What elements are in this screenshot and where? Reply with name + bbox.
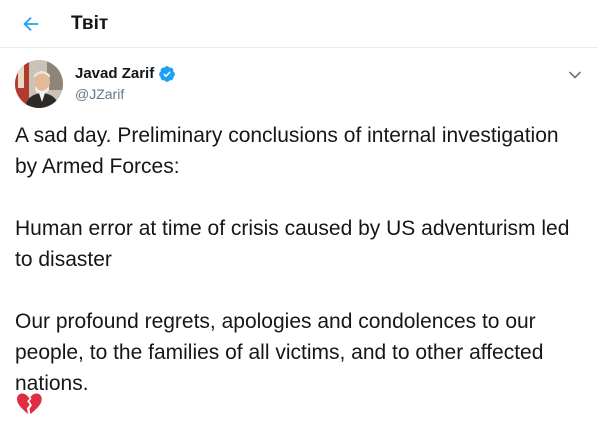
author-handle[interactable]: @JZarif [75,85,124,103]
tweet-paragraph: Our profound regrets, apologies and cond… [15,310,544,395]
broken-heart-icon [16,393,42,415]
avatar-image [15,60,63,108]
author-name[interactable]: Javad Zarif [75,64,154,84]
page-title: Твіт [71,13,109,34]
back-button[interactable] [16,9,46,39]
tweet-paragraph: Human error at time of crisis caused by … [15,217,570,271]
arrow-left-icon [23,16,39,32]
chevron-down-icon [569,71,581,79]
tweet: Javad Zarif @JZarif A sad day. Prelimina… [0,48,598,432]
top-bar: Твіт [0,0,598,48]
verified-badge-icon [159,66,176,82]
tweet-paragraph: A sad day. Preliminary conclusions of in… [15,124,559,178]
avatar[interactable] [15,60,63,108]
tweet-text: A sad day. Preliminary conclusions of in… [15,120,585,430]
tweet-menu-button[interactable] [564,64,586,86]
author-name-row: Javad Zarif [75,64,176,84]
